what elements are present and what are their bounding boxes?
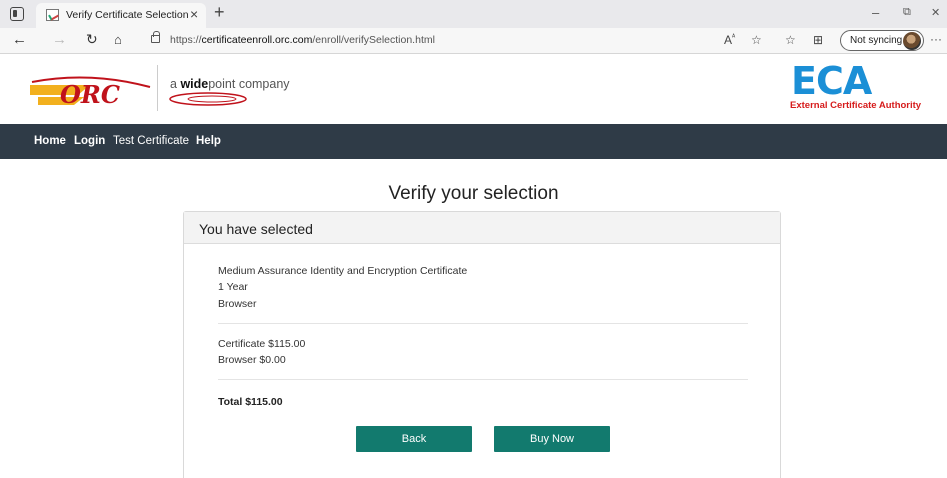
selected-duration: 1 Year xyxy=(218,281,248,293)
tab-title: Verify Certificate Selection xyxy=(66,9,189,21)
close-tab-icon[interactable]: × xyxy=(190,6,198,22)
logo-divider xyxy=(157,65,158,111)
total-price: Total $115.00 xyxy=(218,396,283,408)
browser-tab-strip: Verify Certificate Selection × + – ⧉ ✕ xyxy=(0,0,947,28)
page-favicon-icon xyxy=(46,9,59,21)
browser-price: Browser $0.00 xyxy=(218,354,286,366)
favorites-icon[interactable]: ☆ xyxy=(785,33,796,47)
restore-icon[interactable]: ⧉ xyxy=(903,6,911,19)
card-header-title: You have selected xyxy=(199,221,313,237)
new-tab-button[interactable]: + xyxy=(214,2,225,23)
address-bar[interactable]: https://certificateenroll.orc.com/enroll… xyxy=(170,34,435,46)
orc-logo[interactable]: ORC xyxy=(30,73,152,111)
refresh-icon[interactable]: ↻ xyxy=(86,31,98,48)
site-header: ORC a widepoint company ECA External Cer… xyxy=(0,55,947,124)
selected-delivery: Browser xyxy=(218,298,257,310)
eca-logo: ECA xyxy=(791,59,872,103)
read-aloud-icon[interactable]: Aᴬ xyxy=(724,33,735,47)
nav-login[interactable]: Login xyxy=(74,135,105,147)
eca-subtitle: External Certificate Authority xyxy=(790,100,922,111)
divider xyxy=(218,379,748,380)
lock-icon[interactable] xyxy=(151,31,160,43)
nav-help[interactable]: Help xyxy=(196,135,221,147)
browser-toolbar: ← → ↻ ⌂ https://certificateenroll.orc.co… xyxy=(0,28,947,54)
home-icon[interactable]: ⌂ xyxy=(114,32,122,47)
sync-status: Not syncing xyxy=(850,35,903,46)
page-title: Verify your selection xyxy=(388,183,559,204)
browser-tab[interactable]: Verify Certificate Selection × xyxy=(36,3,206,28)
card-header: You have selected xyxy=(184,212,780,244)
certificate-price: Certificate $115.00 xyxy=(218,338,306,350)
forward-arrow-icon[interactable]: → xyxy=(52,31,67,48)
nav-home[interactable]: Home xyxy=(34,135,66,147)
divider xyxy=(218,323,748,324)
widepoint-swoosh-icon xyxy=(169,92,247,106)
favorites-add-icon[interactable]: ☆ xyxy=(751,33,762,47)
profile-sync-button[interactable]: Not syncing xyxy=(840,30,924,51)
selected-certificate: Medium Assurance Identity and Encryption… xyxy=(218,265,468,277)
avatar xyxy=(903,32,921,50)
back-button[interactable]: Back xyxy=(356,426,472,452)
svg-text:ORC: ORC xyxy=(60,80,120,109)
collections-icon[interactable]: ⊞ xyxy=(813,33,823,47)
more-options-icon[interactable]: ··· xyxy=(930,32,942,46)
buy-now-button[interactable]: Buy Now xyxy=(494,426,610,452)
site-navigation: Home Login Test Certificate Help xyxy=(0,124,947,159)
tab-actions-icon[interactable] xyxy=(10,7,24,21)
nav-test-certificate[interactable]: Test Certificate xyxy=(113,135,189,147)
window-close-icon[interactable]: ✕ xyxy=(931,6,940,19)
selection-card: You have selected Medium Assurance Ident… xyxy=(183,211,781,478)
minimize-icon[interactable]: – xyxy=(872,5,879,20)
back-arrow-icon[interactable]: ← xyxy=(12,31,27,48)
